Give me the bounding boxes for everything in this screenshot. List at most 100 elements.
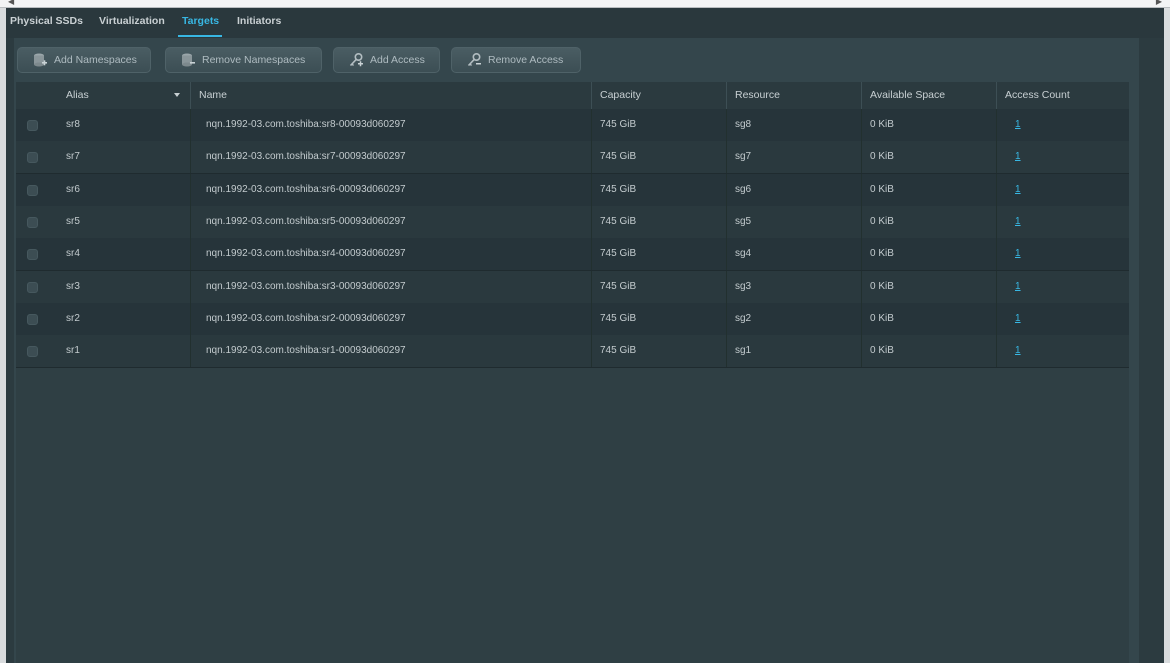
table-row[interactable]: sr8 nqn.1992-03.com.toshiba:sr8-00093d060… bbox=[16, 109, 1131, 142]
tab-physical-ssds[interactable]: Physical SSDs bbox=[10, 15, 83, 27]
access-count-link[interactable]: 1 bbox=[1015, 206, 1021, 238]
access-count-link[interactable]: 1 bbox=[1015, 141, 1021, 173]
remove-access-label: Remove Access bbox=[488, 54, 564, 66]
row-checkbox[interactable] bbox=[27, 152, 38, 164]
target-name-cell: nqn.1992-03.com.toshiba:sr8-00093d060297 bbox=[206, 119, 406, 130]
resource-cell: sg1 bbox=[735, 345, 752, 357]
cell-divider bbox=[190, 238, 191, 271]
targets-table: Alias Name Capacity Resource Available S… bbox=[16, 82, 1131, 663]
column-divider[interactable] bbox=[861, 82, 862, 109]
database-add-icon bbox=[32, 52, 48, 68]
access-count-link[interactable]: 1 bbox=[1015, 271, 1021, 303]
cell-divider bbox=[190, 270, 191, 303]
cell-divider bbox=[861, 109, 862, 141]
targets-panel: Add Namespaces Remove Namespaces Add Acc… bbox=[14, 38, 1139, 663]
tab-targets[interactable]: Targets bbox=[182, 15, 219, 27]
cell-divider bbox=[861, 141, 862, 174]
add-access-label: Add Access bbox=[370, 54, 425, 66]
row-checkbox[interactable] bbox=[27, 346, 38, 358]
capacity-cell: 745 GiB bbox=[600, 248, 637, 260]
access-count-link[interactable]: 1 bbox=[1015, 174, 1021, 206]
scroll-right-icon[interactable]: ▶ bbox=[1156, 0, 1162, 6]
target-name-cell: nqn.1992-03.com.toshiba:sr6-00093d060297 bbox=[206, 183, 406, 195]
resource-cell: sg2 bbox=[735, 312, 752, 324]
cell-divider bbox=[996, 173, 997, 206]
table-row[interactable]: sr7 nqn.1992-03.com.toshiba:sr7-00093d060… bbox=[16, 141, 1131, 175]
column-header-name[interactable]: Name bbox=[199, 82, 227, 109]
table-row[interactable]: sr3 nqn.1992-03.com.toshiba:sr3-00093d060… bbox=[16, 270, 1131, 304]
tab-virtualization[interactable]: Virtualization bbox=[99, 15, 165, 27]
cell-divider bbox=[726, 270, 727, 303]
access-count-link[interactable]: 1 bbox=[1015, 335, 1021, 367]
column-divider[interactable] bbox=[996, 82, 997, 109]
chevron-down-icon[interactable] bbox=[174, 93, 180, 97]
access-count-link[interactable]: 1 bbox=[1015, 303, 1021, 335]
alias-cell: sr7 bbox=[66, 151, 80, 163]
cell-divider bbox=[591, 141, 592, 174]
scroll-left-icon[interactable]: ◀ bbox=[8, 0, 14, 6]
cell-divider bbox=[591, 205, 592, 238]
capacity-cell: 745 GiB bbox=[600, 119, 637, 130]
resource-cell: sg3 bbox=[735, 280, 752, 292]
column-divider[interactable] bbox=[190, 82, 191, 109]
add-namespaces-button[interactable]: Add Namespaces bbox=[17, 47, 151, 73]
cell-divider bbox=[861, 238, 862, 271]
key-add-icon bbox=[348, 52, 364, 68]
column-header-resource[interactable]: Resource bbox=[735, 82, 780, 109]
row-checkbox[interactable] bbox=[27, 249, 38, 261]
tab-initiators[interactable]: Initiators bbox=[237, 15, 281, 27]
row-checkbox[interactable] bbox=[27, 120, 38, 131]
target-name-cell: nqn.1992-03.com.toshiba:sr2-00093d060297 bbox=[206, 312, 406, 324]
row-checkbox[interactable] bbox=[27, 281, 38, 293]
column-header-alias[interactable]: Alias bbox=[66, 82, 89, 109]
available-space-cell: 0 KiB bbox=[870, 183, 894, 195]
table-right-gutter bbox=[1129, 82, 1139, 663]
available-space-cell: 0 KiB bbox=[870, 215, 894, 227]
capacity-cell: 745 GiB bbox=[600, 183, 637, 195]
column-header-capacity[interactable]: Capacity bbox=[600, 82, 641, 109]
cell-divider bbox=[861, 302, 862, 335]
remove-access-button[interactable]: Remove Access bbox=[451, 47, 581, 73]
alias-cell: sr8 bbox=[66, 119, 80, 130]
add-access-button[interactable]: Add Access bbox=[333, 47, 440, 73]
window-top-strip: ◀ ▶ bbox=[0, 0, 1170, 8]
access-count-link[interactable]: 1 bbox=[1015, 238, 1021, 270]
table-row[interactable]: sr4 nqn.1992-03.com.toshiba:sr4-00093d060… bbox=[16, 238, 1131, 272]
cell-divider bbox=[726, 302, 727, 335]
access-count-link[interactable]: 1 bbox=[1015, 109, 1021, 141]
row-checkbox[interactable] bbox=[27, 313, 38, 325]
column-divider[interactable] bbox=[726, 82, 727, 109]
target-name-cell: nqn.1992-03.com.toshiba:sr7-00093d060297 bbox=[206, 151, 406, 163]
cell-divider bbox=[996, 302, 997, 335]
cell-divider bbox=[726, 238, 727, 271]
capacity-cell: 745 GiB bbox=[600, 280, 637, 292]
key-remove-icon bbox=[466, 52, 482, 68]
column-header-available-space[interactable]: Available Space bbox=[870, 82, 945, 109]
active-tab-indicator bbox=[178, 35, 222, 37]
remove-namespaces-label: Remove Namespaces bbox=[202, 54, 306, 66]
column-header-access-count[interactable]: Access Count bbox=[1005, 82, 1070, 109]
table-row[interactable]: sr2 nqn.1992-03.com.toshiba:sr2-00093d060… bbox=[16, 302, 1131, 336]
cell-divider bbox=[726, 109, 727, 141]
row-checkbox[interactable] bbox=[27, 184, 38, 196]
cell-divider bbox=[591, 302, 592, 335]
row-checkbox[interactable] bbox=[27, 216, 38, 228]
resource-cell: sg5 bbox=[735, 215, 752, 227]
table-row[interactable]: sr6 nqn.1992-03.com.toshiba:sr6-00093d060… bbox=[16, 173, 1131, 207]
cell-divider bbox=[996, 205, 997, 238]
table-row[interactable]: sr5 nqn.1992-03.com.toshiba:sr5-00093d060… bbox=[16, 205, 1131, 239]
cell-divider bbox=[861, 335, 862, 368]
target-name-cell: nqn.1992-03.com.toshiba:sr1-00093d060297 bbox=[206, 345, 406, 357]
cell-divider bbox=[996, 238, 997, 271]
cell-divider bbox=[190, 141, 191, 174]
target-name-cell: nqn.1992-03.com.toshiba:sr4-00093d060297 bbox=[206, 248, 406, 260]
cell-divider bbox=[861, 205, 862, 238]
remove-namespaces-button[interactable]: Remove Namespaces bbox=[165, 47, 322, 73]
alias-cell: sr3 bbox=[66, 280, 80, 292]
table-row[interactable]: sr1 nqn.1992-03.com.toshiba:sr1-00093d060… bbox=[16, 335, 1131, 369]
cell-divider bbox=[996, 335, 997, 368]
cell-divider bbox=[591, 335, 592, 368]
column-divider[interactable] bbox=[591, 82, 592, 109]
available-space-cell: 0 KiB bbox=[870, 151, 894, 163]
app-window: Physical SSDs Virtualization Targets Ini… bbox=[6, 8, 1164, 663]
